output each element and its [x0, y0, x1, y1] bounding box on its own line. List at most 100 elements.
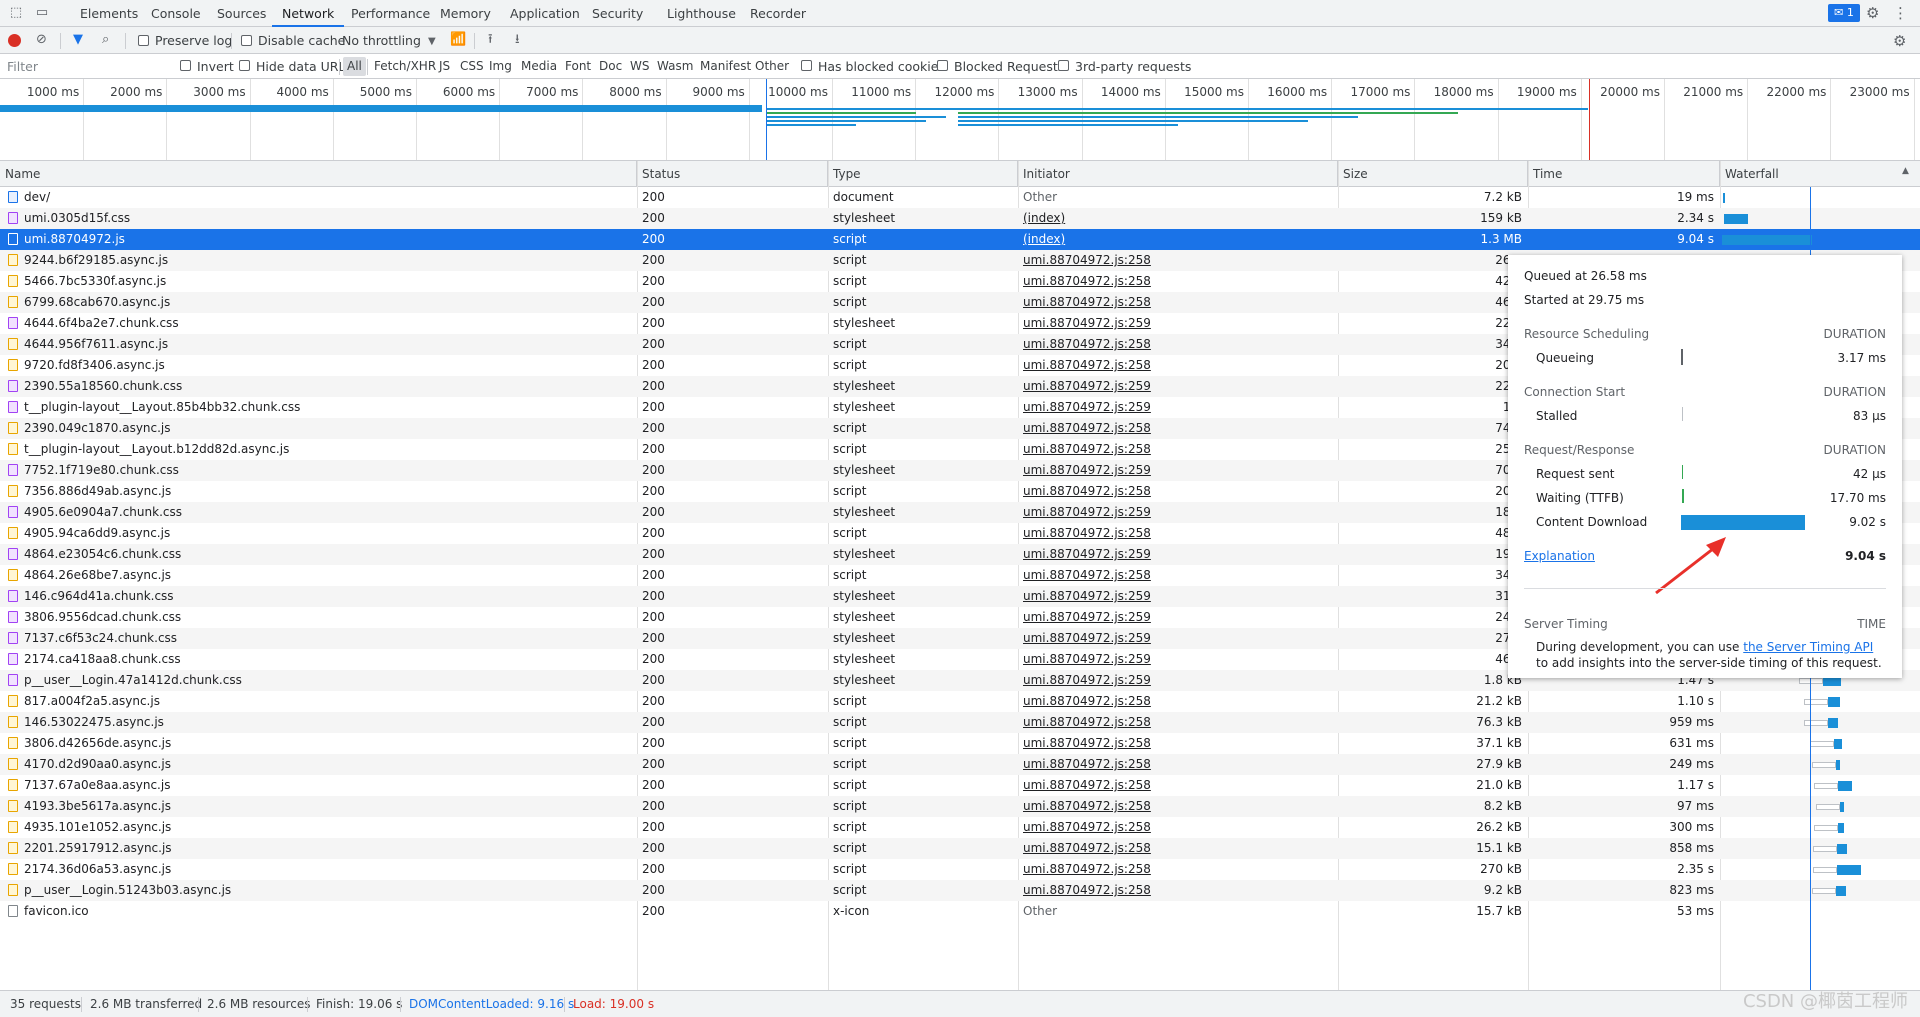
- column-status[interactable]: Status: [637, 161, 828, 187]
- cell-initiator[interactable]: umi.88704972.js:259: [1018, 460, 1338, 481]
- clear-icon[interactable]: ⊘: [36, 32, 47, 48]
- cell-initiator[interactable]: umi.88704972.js:258: [1018, 691, 1338, 712]
- cell-initiator[interactable]: umi.88704972.js:258: [1018, 250, 1338, 271]
- network-overview-timeline[interactable]: 1000 ms 2000 ms 3000 ms 4000 ms 5000 ms 6000 …: [0, 79, 1920, 161]
- preserve-log-checkbox[interactable]: [138, 35, 149, 46]
- cell-name[interactable]: 146.c964d41a.chunk.css: [0, 586, 637, 607]
- cell-name[interactable]: 5466.7bc5330f.async.js: [0, 271, 637, 292]
- cell-initiator[interactable]: umi.88704972.js:258: [1018, 355, 1338, 376]
- cell-name[interactable]: 2390.049c1870.async.js: [0, 418, 637, 439]
- tab-console[interactable]: Console: [141, 0, 211, 27]
- table-row[interactable]: dev/200 document Other 7.2 kB 19 ms: [0, 187, 1920, 208]
- filter-all[interactable]: All: [343, 57, 366, 76]
- tab-application[interactable]: Application: [500, 0, 590, 27]
- chevron-down-icon[interactable]: ▼: [428, 34, 436, 50]
- cell-name[interactable]: 7356.886d49ab.async.js: [0, 481, 637, 502]
- cell-name[interactable]: 146.53022475.async.js: [0, 712, 637, 733]
- third-party-checkbox[interactable]: [1058, 60, 1069, 71]
- filter-ws[interactable]: WS: [626, 57, 653, 76]
- network-conditions-icon[interactable]: 📶: [450, 32, 466, 48]
- issues-badge[interactable]: ✉ 1: [1828, 4, 1860, 22]
- cell-initiator[interactable]: umi.88704972.js:258: [1018, 523, 1338, 544]
- settings-gear-icon[interactable]: ⚙: [1866, 4, 1879, 22]
- cell-initiator[interactable]: umi.88704972.js:258: [1018, 817, 1338, 838]
- filter-img[interactable]: Img: [485, 57, 516, 76]
- disable-cache-checkbox[interactable]: [241, 35, 252, 46]
- filter-input[interactable]: Filter: [7, 54, 38, 79]
- cell-name[interactable]: 4864.26e68be7.async.js: [0, 565, 637, 586]
- filter-js[interactable]: JS: [435, 57, 454, 76]
- cell-name[interactable]: 4905.6e0904a7.chunk.css: [0, 502, 637, 523]
- cell-name[interactable]: 3806.9556dcad.chunk.css: [0, 607, 637, 628]
- cell-name[interactable]: 4644.6f4ba2e7.chunk.css: [0, 313, 637, 334]
- table-row[interactable]: 2201.25917912.async.js 200 script umi.88704…: [0, 838, 1920, 859]
- cell-initiator[interactable]: umi.88704972.js:258: [1018, 775, 1338, 796]
- cell-name[interactable]: umi.0305d15f.css: [0, 208, 637, 229]
- cell-initiator[interactable]: umi.88704972.js:258: [1018, 439, 1338, 460]
- cell-initiator[interactable]: umi.88704972.js:259: [1018, 649, 1338, 670]
- cell-name[interactable]: 7752.1f719e80.chunk.css: [0, 460, 637, 481]
- device-toolbar-icon[interactable]: ▭: [34, 5, 50, 21]
- tab-memory[interactable]: Memory: [430, 0, 501, 27]
- cell-initiator[interactable]: umi.88704972.js:258: [1018, 838, 1338, 859]
- column-initiator[interactable]: Initiator: [1018, 161, 1338, 187]
- filter-fetch-xhr[interactable]: Fetch/XHR: [370, 57, 440, 76]
- cell-name[interactable]: 2174.36d06a53.async.js: [0, 859, 637, 880]
- cell-initiator[interactable]: umi.88704972.js:259: [1018, 376, 1338, 397]
- hide-data-urls-checkbox[interactable]: [239, 60, 250, 71]
- cell-initiator[interactable]: umi.88704972.js:258: [1018, 880, 1338, 901]
- export-har-icon[interactable]: ⭳: [515, 32, 520, 48]
- cell-name[interactable]: t__plugin-layout__Layout.b12dd82d.async.…: [0, 439, 637, 460]
- table-row[interactable]: umi.88704972.js 200 script (index) 1.3 MB 9.0…: [0, 229, 1920, 250]
- tab-security[interactable]: Security: [582, 0, 653, 27]
- cell-initiator[interactable]: umi.88704972.js:259: [1018, 670, 1338, 691]
- more-options-icon[interactable]: ⋮: [1893, 4, 1908, 22]
- cell-name[interactable]: 7137.c6f53c24.chunk.css: [0, 628, 637, 649]
- table-row[interactable]: 4170.d2d90aa0.async.js 200 script umi.88704…: [0, 754, 1920, 775]
- cell-initiator[interactable]: umi.88704972.js:258: [1018, 859, 1338, 880]
- table-row[interactable]: 3806.d42656de.async.js 200 script umi.88704…: [0, 733, 1920, 754]
- tab-network[interactable]: Network: [272, 0, 345, 27]
- column-name[interactable]: Name: [0, 161, 637, 187]
- filter-other[interactable]: Other: [751, 57, 793, 76]
- explanation-link[interactable]: Explanation: [1524, 549, 1595, 563]
- table-row[interactable]: 4193.3be5617a.async.js 200 script umi.88704…: [0, 796, 1920, 817]
- cell-initiator[interactable]: umi.88704972.js:258: [1018, 292, 1338, 313]
- record-icon[interactable]: [8, 34, 21, 47]
- filter-font[interactable]: Font: [561, 57, 595, 76]
- table-row[interactable]: favicon.ico 200 x-icon Other 15.7 kB 53 ms: [0, 901, 1920, 922]
- tab-lighthouse[interactable]: Lighthouse: [657, 0, 746, 27]
- table-row[interactable]: 817.a004f2a5.async.js 200 script umi.887049…: [0, 691, 1920, 712]
- cell-name[interactable]: favicon.ico: [0, 901, 637, 922]
- cell-name[interactable]: 4170.d2d90aa0.async.js: [0, 754, 637, 775]
- cell-name[interactable]: 3806.d42656de.async.js: [0, 733, 637, 754]
- cell-name[interactable]: 2174.ca418aa8.chunk.css: [0, 649, 637, 670]
- invert-checkbox[interactable]: [180, 60, 191, 71]
- cell-name[interactable]: 817.a004f2a5.async.js: [0, 691, 637, 712]
- cell-name[interactable]: p__user__Login.51243b03.async.js: [0, 880, 637, 901]
- import-har-icon[interactable]: ⭱: [488, 32, 493, 48]
- column-size[interactable]: Size: [1338, 161, 1528, 187]
- cell-initiator[interactable]: umi.88704972.js:258: [1018, 334, 1338, 355]
- filter-manifest[interactable]: Manifest: [696, 57, 755, 76]
- filter-wasm[interactable]: Wasm: [653, 57, 697, 76]
- search-icon[interactable]: ⌕: [102, 32, 109, 48]
- cell-initiator[interactable]: umi.88704972.js:258: [1018, 733, 1338, 754]
- cell-name[interactable]: 2390.55a18560.chunk.css: [0, 376, 637, 397]
- throttling-select[interactable]: No throttling: [342, 27, 421, 54]
- cell-initiator[interactable]: umi.88704972.js:259: [1018, 397, 1338, 418]
- tab-sources[interactable]: Sources: [207, 0, 276, 27]
- filter-doc[interactable]: Doc: [595, 57, 626, 76]
- cell-name[interactable]: 9244.b6f29185.async.js: [0, 250, 637, 271]
- cell-name[interactable]: t__plugin-layout__Layout.85b4bb32.chunk.…: [0, 397, 637, 418]
- cell-initiator[interactable]: (index): [1018, 229, 1338, 250]
- table-row[interactable]: 146.53022475.async.js 200 script umi.887049…: [0, 712, 1920, 733]
- cell-initiator[interactable]: umi.88704972.js:258: [1018, 481, 1338, 502]
- tab-elements[interactable]: Elements: [70, 0, 148, 27]
- cell-initiator[interactable]: umi.88704972.js:259: [1018, 586, 1338, 607]
- cell-initiator[interactable]: umi.88704972.js:258: [1018, 565, 1338, 586]
- sort-up-icon[interactable]: ▲: [1902, 166, 1909, 176]
- cell-initiator[interactable]: umi.88704972.js:258: [1018, 418, 1338, 439]
- inspect-element-icon[interactable]: ⬚: [8, 5, 24, 21]
- cell-initiator[interactable]: umi.88704972.js:259: [1018, 628, 1338, 649]
